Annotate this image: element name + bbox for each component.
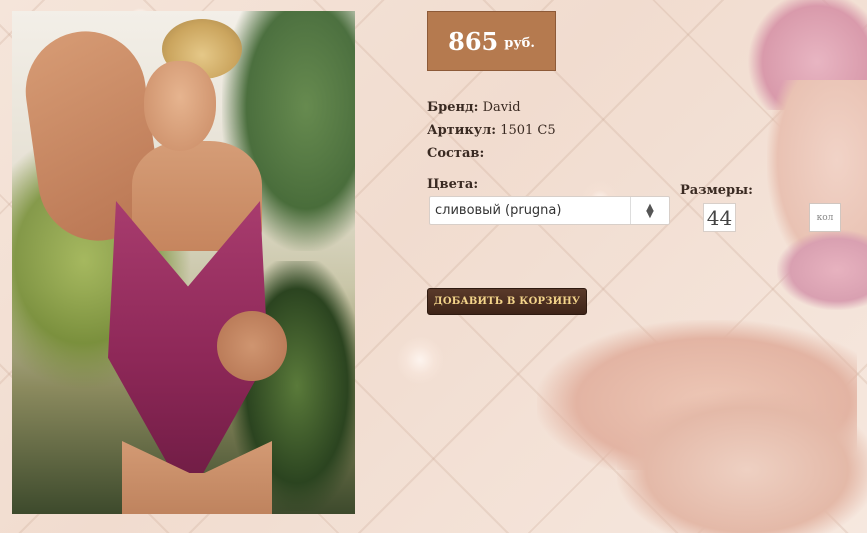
colors-label: Цвета:: [427, 177, 479, 192]
price-currency: руб.: [504, 35, 535, 51]
article-label: Артикул:: [427, 123, 497, 138]
brand-value: David: [482, 100, 521, 115]
composition-row: Состав:: [427, 142, 556, 165]
select-arrows-icon: ▲ ▼: [630, 197, 669, 224]
article-row: Артикул: 1501 C5: [427, 119, 556, 142]
sizes-label: Размеры:: [680, 183, 753, 198]
add-to-cart-button[interactable]: ДОБАВИТЬ В КОРЗИНУ: [427, 288, 587, 315]
article-value: 1501 C5: [500, 123, 556, 138]
size-option-44[interactable]: 44: [703, 203, 736, 232]
quantity-input[interactable]: кол: [809, 203, 841, 232]
brand-label: Бренд:: [427, 100, 479, 115]
price-value: 865: [448, 26, 499, 56]
composition-label: Состав:: [427, 146, 485, 161]
price-badge: 865 руб.: [427, 11, 556, 71]
product-photo[interactable]: [12, 11, 355, 514]
brand-row: Бренд: David: [427, 96, 556, 119]
color-select[interactable]: сливовый (prugna) ▲ ▼: [429, 196, 670, 225]
color-select-value: сливовый (prugna): [435, 203, 562, 218]
product-details: Бренд: David Артикул: 1501 C5 Состав:: [427, 96, 556, 165]
decorative-model-image: [527, 0, 867, 533]
